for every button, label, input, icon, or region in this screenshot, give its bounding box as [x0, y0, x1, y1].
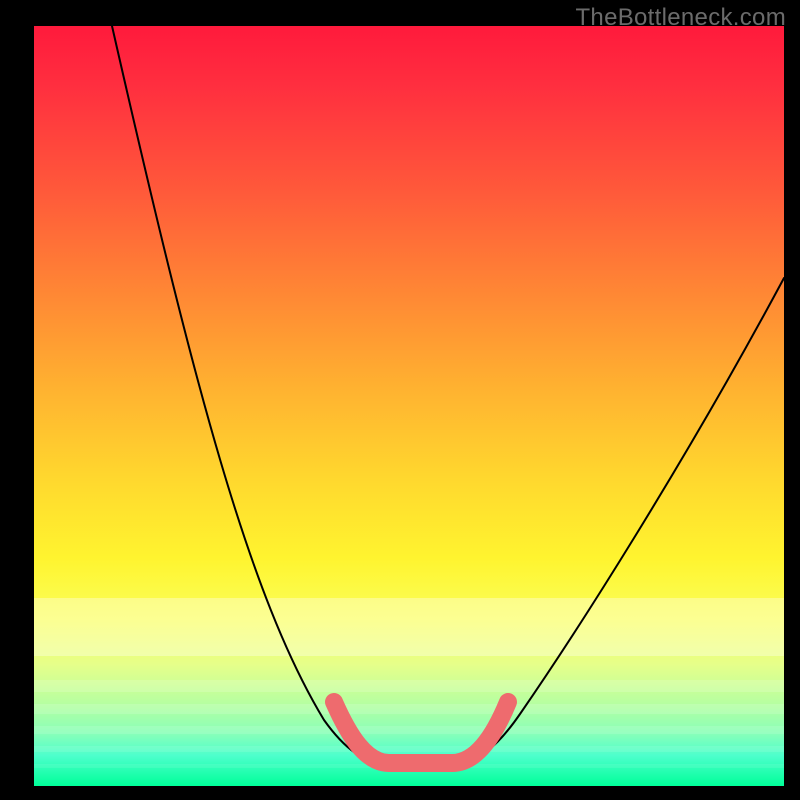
pale-band [34, 598, 784, 656]
pale-band [34, 726, 784, 734]
chart-frame: TheBottleneck.com [0, 0, 800, 800]
pale-band [34, 680, 784, 692]
chart-svg [34, 26, 784, 786]
pale-band [34, 704, 784, 714]
pale-band [34, 746, 784, 752]
plot-area [34, 26, 784, 786]
watermark-text: TheBottleneck.com [575, 4, 786, 32]
pale-bands [34, 598, 784, 768]
